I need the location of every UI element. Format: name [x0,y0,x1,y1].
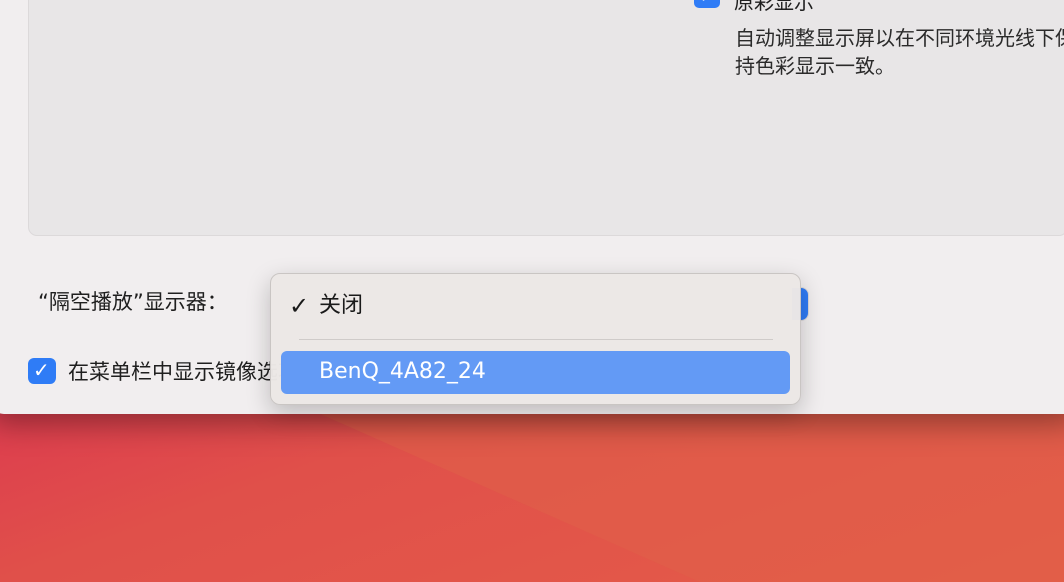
checkmark-icon: ✓ [289,292,310,320]
menu-item-label: 关闭 [319,293,364,318]
menu-item-off[interactable]: ✓ 关闭 [271,286,800,326]
show-mirroring-label: 在菜单栏中显示镜像选项 [68,360,299,384]
true-tone-description: 自动调整显示屏以在不同环境光线下保持色彩显示一致。 [735,26,1064,78]
true-tone-title: 原彩显示 [734,0,814,14]
airplay-display-dropdown-menu: ✓ 关闭 BenQ_4A82_24 [270,273,801,405]
menu-item-benq-display[interactable]: BenQ_4A82_24 [281,351,790,394]
checkmark-icon: ✓ [33,358,50,382]
true-tone-checkbox[interactable]: ✓ [694,0,720,8]
menu-item-label: BenQ_4A82_24 [319,359,486,384]
menu-separator [299,339,773,340]
checkmark-icon: ✓ [700,0,712,5]
airplay-display-label: “隔空播放”显示器： [38,290,228,314]
show-mirroring-checkbox[interactable]: ✓ [28,358,56,384]
